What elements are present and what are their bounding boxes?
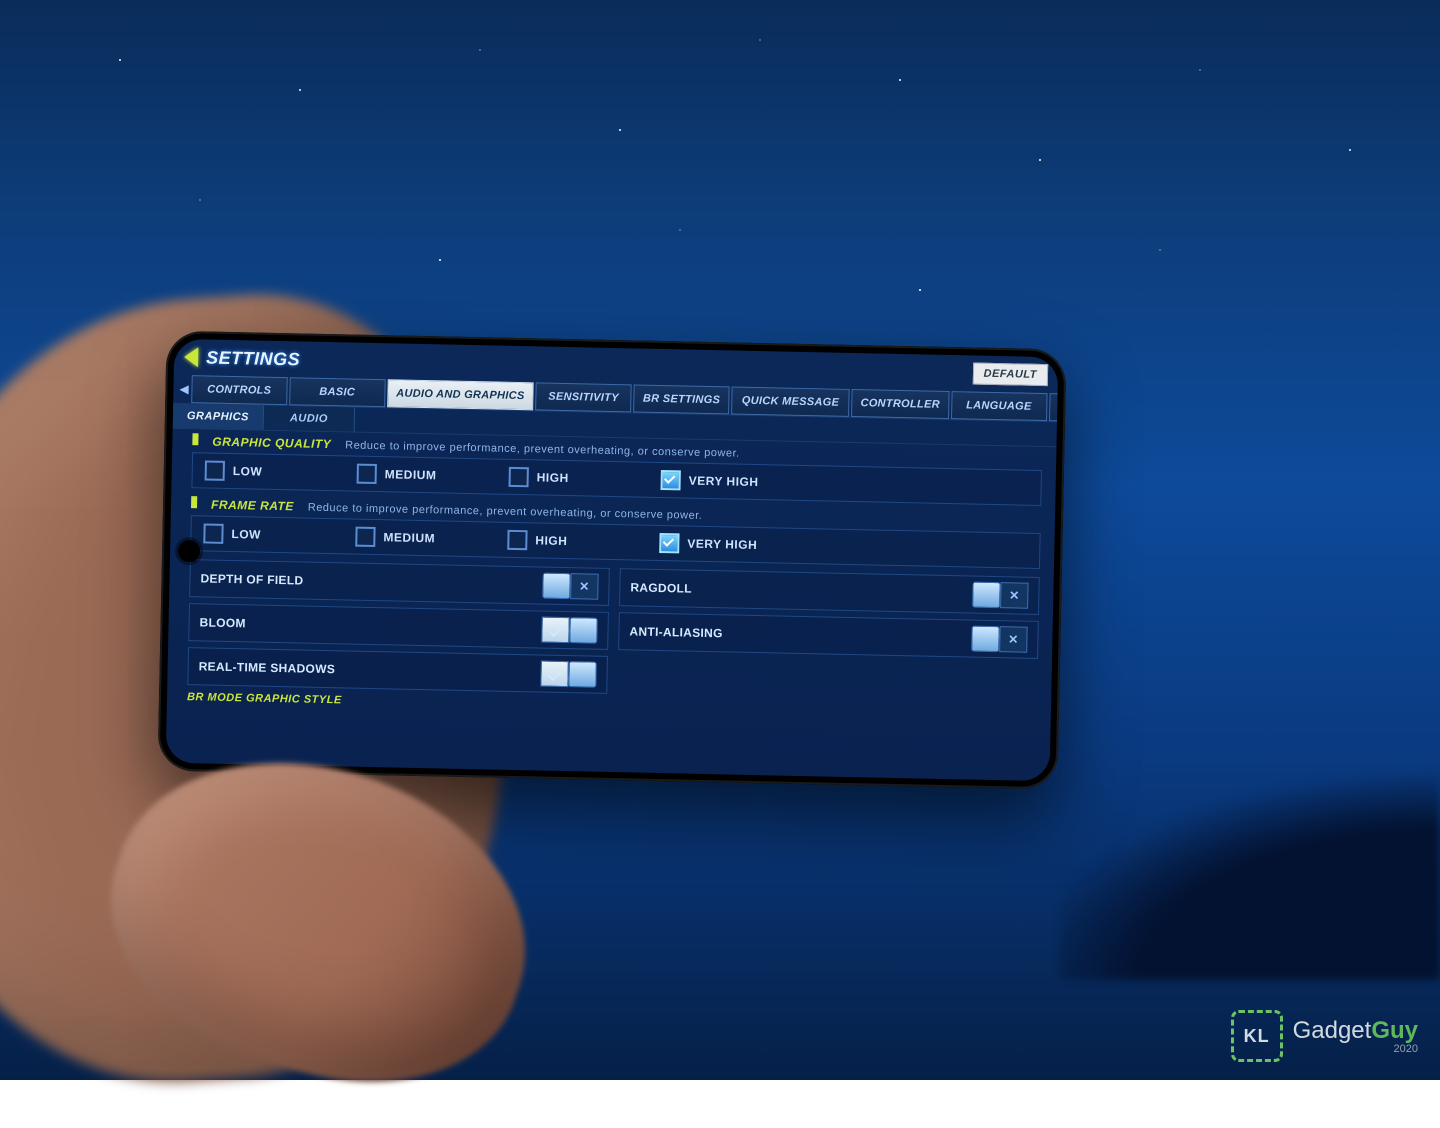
x-icon [1000, 582, 1029, 609]
tab-sensitivity[interactable]: SENSITIVITY [535, 382, 632, 412]
watermark-badge: KL [1231, 1010, 1283, 1062]
watermark-text: GadgetGuy 2020 [1293, 1017, 1418, 1055]
tab-quick-message[interactable]: QUICK MESSAGE [731, 386, 850, 416]
x-icon [999, 626, 1028, 653]
checkbox-icon [507, 530, 527, 550]
subtab-graphics[interactable]: GRAPHICS [173, 404, 264, 430]
toggle-label: ANTI-ALIASING [629, 624, 723, 640]
section-title: FRAME RATE [211, 498, 294, 514]
tabs-prev-icon[interactable]: ◀ [179, 375, 189, 403]
subtab-audio[interactable]: AUDIO [264, 406, 355, 432]
checkbox-checked-icon [659, 533, 679, 553]
tab-br-settings[interactable]: BR SETTINGS [633, 384, 730, 414]
toggle-knob-icon [542, 573, 571, 600]
toggle-switch[interactable] [540, 661, 597, 688]
tab-audio-and-graphics[interactable]: AUDIO AND GRAPHICS [387, 379, 534, 410]
page-title: SETTINGS [206, 347, 300, 370]
tab-controls[interactable]: CONTROLS [191, 375, 288, 405]
checkbox-icon [205, 460, 225, 480]
toggle-knob-icon [972, 582, 1001, 609]
fr-opt-low[interactable]: LOW [191, 523, 343, 546]
watermark-brand-b: Guy [1371, 1017, 1418, 1044]
checkbox-icon [203, 523, 223, 543]
default-button[interactable]: DEFAULT [972, 363, 1048, 387]
toggle-ragdoll: RAGDOLL [619, 568, 1040, 615]
checkbox-icon [357, 464, 377, 484]
tab-other[interactable]: OTHER [1049, 393, 1059, 423]
check-icon [541, 617, 570, 644]
toggle-knob-icon [568, 661, 597, 688]
fr-opt-medium[interactable]: MEDIUM [343, 526, 495, 549]
phone-body: SETTINGS DEFAULT ◀ CONTROLS BASIC AUDIO … [157, 331, 1066, 790]
toggle-switch[interactable] [542, 573, 599, 600]
checkbox-icon [355, 527, 375, 547]
opt-label: LOW [233, 464, 263, 479]
gq-opt-high[interactable]: HIGH [497, 467, 649, 490]
tab-controller[interactable]: CONTROLLER [851, 389, 949, 419]
opt-label: HIGH [535, 533, 567, 548]
opt-label: VERY HIGH [687, 537, 757, 552]
toggle-label: RAGDOLL [630, 580, 692, 595]
toggle-anti-aliasing: ANTI-ALIASING [618, 612, 1039, 659]
checkbox-icon [509, 467, 529, 487]
toggle-knob-icon [971, 626, 1000, 653]
gq-opt-low[interactable]: LOW [193, 460, 345, 483]
section-title: GRAPHIC QUALITY [212, 435, 331, 451]
fr-opt-very-high[interactable]: VERY HIGH [647, 533, 799, 556]
toggle-depth-of-field: DEPTH OF FIELD [189, 559, 610, 606]
toggle-switch[interactable] [972, 582, 1029, 609]
opt-label: VERY HIGH [689, 474, 759, 489]
opt-label: HIGH [537, 470, 569, 485]
toggle-knob-icon [569, 617, 598, 644]
opt-label: LOW [231, 527, 261, 542]
toggle-switch[interactable] [971, 626, 1028, 653]
section-marker-icon [192, 433, 198, 445]
gq-opt-very-high[interactable]: VERY HIGH [648, 470, 800, 493]
toggle-grid: DEPTH OF FIELD RAGDOLL [187, 559, 1039, 703]
opt-label: MEDIUM [383, 530, 435, 545]
toggle-real-time-shadows: REAL-TIME SHADOWS [187, 647, 608, 694]
x-icon [570, 573, 599, 600]
settings-panel[interactable]: GRAPHIC QUALITY Reduce to improve perfor… [166, 427, 1057, 781]
check-icon [540, 661, 569, 688]
back-icon[interactable] [184, 347, 198, 367]
section-marker-icon [191, 496, 197, 508]
toggle-label: BLOOM [199, 615, 245, 630]
toggle-label: REAL-TIME SHADOWS [199, 659, 336, 676]
settings-ui: SETTINGS DEFAULT ◀ CONTROLS BASIC AUDIO … [166, 339, 1059, 781]
gq-opt-medium[interactable]: MEDIUM [345, 463, 497, 486]
toggle-label: DEPTH OF FIELD [200, 571, 303, 587]
tab-language[interactable]: LANGUAGE [951, 391, 1048, 421]
opt-label: MEDIUM [385, 467, 437, 482]
tab-basic[interactable]: BASIC [289, 377, 386, 407]
fr-opt-high[interactable]: HIGH [495, 530, 647, 553]
toggle-switch[interactable] [541, 617, 598, 644]
toggle-bloom: BLOOM [188, 603, 609, 650]
phone-screen: SETTINGS DEFAULT ◀ CONTROLS BASIC AUDIO … [166, 339, 1059, 781]
watermark: KL GadgetGuy 2020 [1231, 1010, 1418, 1062]
watermark-brand-a: Gadget [1293, 1017, 1372, 1044]
checkbox-checked-icon [660, 470, 680, 490]
